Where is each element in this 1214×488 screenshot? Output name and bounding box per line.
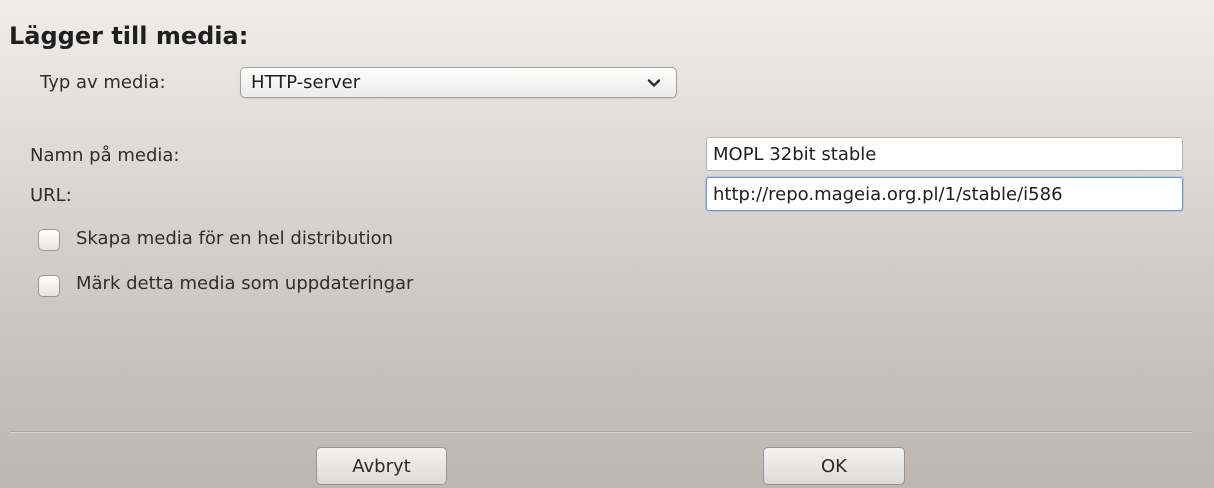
media-name-input[interactable] (706, 137, 1183, 171)
mark-as-updates-checkbox[interactable] (38, 275, 60, 297)
full-distribution-label[interactable]: Skapa media för en hel distribution (76, 228, 393, 249)
button-separator (10, 431, 1192, 432)
dialog-title: Lägger till media: (9, 22, 249, 50)
media-type-label: Typ av media: (40, 72, 166, 93)
media-type-select[interactable]: HTTP-server (240, 67, 677, 98)
media-name-label: Namn på media: (30, 145, 180, 166)
full-distribution-checkbox[interactable] (38, 229, 60, 251)
cancel-button[interactable]: Avbryt (316, 447, 447, 485)
mark-as-updates-label[interactable]: Märk detta media som uppdateringar (76, 273, 413, 294)
chevron-down-icon (646, 75, 662, 91)
media-type-selected-value: HTTP-server (251, 72, 361, 93)
ok-button[interactable]: OK (763, 447, 905, 485)
url-input[interactable] (706, 177, 1183, 211)
url-label: URL: (30, 185, 72, 206)
